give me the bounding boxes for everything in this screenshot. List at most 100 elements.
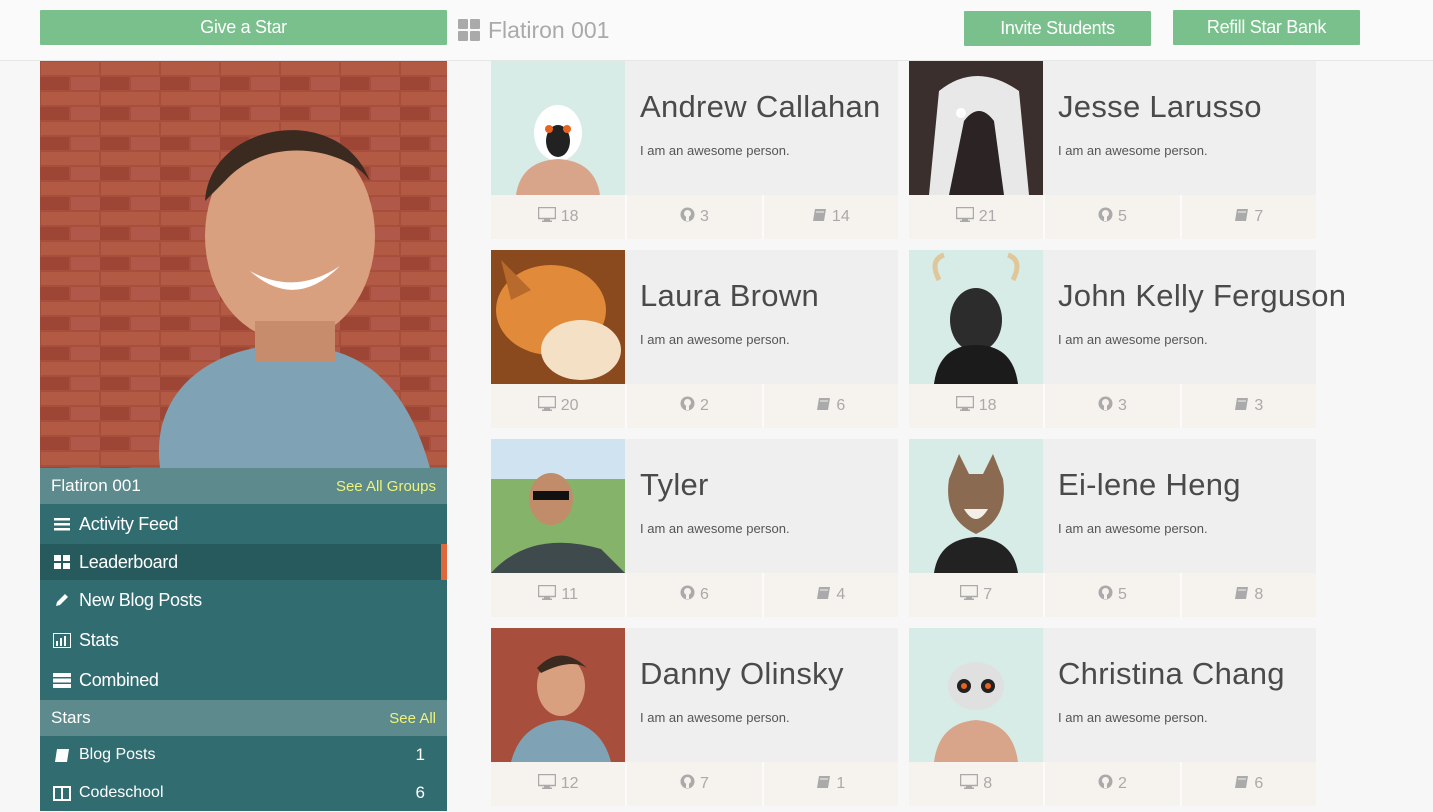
stat-value: 3 [1254, 397, 1264, 414]
group-title-text: Flatiron 001 [488, 16, 610, 43]
stat-github: 5 [1045, 573, 1182, 617]
group-header: Flatiron 001 See All Groups [40, 468, 447, 504]
monitor-icon [537, 773, 557, 794]
stat-value: 3 [1118, 397, 1127, 414]
student-photo[interactable] [909, 628, 1043, 762]
group-title: Flatiron 001 [458, 14, 609, 46]
student-card[interactable]: Christina Chang I am an awesome person. 8 2… [909, 628, 1316, 806]
student-name[interactable]: Andrew Callahan [640, 89, 881, 125]
student-bio: I am an awesome person. [640, 710, 790, 725]
student-name[interactable]: Tyler [640, 467, 709, 503]
stat-value: 12 [560, 775, 579, 792]
stat-books: 1 [764, 762, 898, 806]
stat-value: 2 [700, 397, 709, 414]
student-bio: I am an awesome person. [1058, 332, 1208, 347]
invite-students-button[interactable]: Invite Students [964, 11, 1151, 46]
student-name[interactable]: Jesse Larusso [1058, 89, 1262, 125]
github-icon [1098, 396, 1113, 416]
student-stats: 21 5 7 [909, 195, 1316, 239]
stat-screens: 11 [491, 573, 628, 617]
book-icon [1234, 586, 1249, 605]
student-card[interactable]: John Kelly Ferguson I am an awesome perso… [909, 250, 1346, 428]
stat-screens: 7 [909, 573, 1046, 617]
student-photo[interactable] [491, 439, 625, 573]
student-stats: 8 2 6 [909, 762, 1316, 806]
stat-github: 2 [1045, 762, 1182, 806]
stat-github: 5 [1045, 195, 1182, 239]
stars-header-title: Stars [51, 708, 91, 727]
monitor-icon [955, 206, 975, 227]
github-icon [1098, 774, 1113, 794]
stat-value: 6 [700, 586, 709, 603]
student-info: Ei-lene Heng I am an awesome person. [1043, 439, 1316, 573]
stat-books: 14 [764, 195, 898, 239]
student-photo[interactable] [491, 61, 625, 195]
monitor-icon [955, 395, 975, 416]
student-name[interactable]: Danny Olinsky [640, 656, 844, 692]
student-stats: 20 2 6 [491, 384, 898, 428]
stat-github: 2 [627, 384, 764, 428]
student-card[interactable]: Andrew Callahan I am an awesome person. 18… [491, 61, 898, 239]
stat-value: 7 [983, 586, 993, 603]
stat-value: 1 [836, 775, 846, 792]
stat-value: 6 [1254, 775, 1264, 792]
stat-value: 7 [700, 775, 709, 792]
stat-value: 3 [700, 208, 709, 225]
bar-chart-icon [52, 632, 71, 648]
student-name[interactable]: Laura Brown [640, 278, 819, 314]
sidebar: Flatiron 001 See All Groups Activity Fee… [40, 61, 447, 811]
star-row-blog-posts[interactable]: Blog Posts 1 [40, 736, 447, 774]
star-row-codeschool[interactable]: Codeschool 6 [40, 774, 447, 812]
profile-photo [40, 61, 447, 468]
stat-value: 5 [1118, 586, 1127, 603]
book-icon [1234, 397, 1249, 416]
book-icon [812, 208, 827, 227]
sidebar-item-combined[interactable]: Combined [40, 660, 447, 700]
stat-screens: 18 [909, 384, 1046, 428]
student-stats: 18 3 14 [491, 195, 898, 239]
student-photo[interactable] [491, 250, 625, 384]
sidebar-item-leaderboard[interactable]: Leaderboard [40, 544, 447, 580]
group-header-title: Flatiron 001 [51, 476, 141, 495]
stat-value: 4 [836, 586, 846, 603]
student-stats: 7 5 8 [909, 573, 1316, 617]
book-icon [816, 775, 831, 794]
student-card[interactable]: Laura Brown I am an awesome person. 20 2 6 [491, 250, 898, 428]
star-row-count: 6 [415, 783, 425, 802]
student-name[interactable]: Christina Chang [1058, 656, 1285, 692]
stat-screens: 8 [909, 762, 1046, 806]
star-row-count: 1 [415, 745, 425, 764]
refill-star-bank-button[interactable]: Refill Star Bank [1173, 10, 1360, 45]
stat-books: 6 [1182, 762, 1316, 806]
star-row-label: Codeschool [79, 784, 164, 801]
open-book-icon [52, 785, 71, 801]
student-photo[interactable] [491, 628, 625, 762]
student-name[interactable]: Ei-lene Heng [1058, 467, 1241, 503]
student-card[interactable]: Ei-lene Heng I am an awesome person. 7 5 8 [909, 439, 1316, 617]
monitor-icon [537, 206, 557, 227]
student-info: Tyler I am an awesome person. [625, 439, 898, 573]
student-photo[interactable] [909, 250, 1043, 384]
see-all-groups-link[interactable]: See All Groups [336, 478, 436, 495]
student-stats: 18 3 3 [909, 384, 1316, 428]
sidebar-item-label: Leaderboard [79, 551, 178, 572]
student-name[interactable]: John Kelly Ferguson [1058, 278, 1346, 314]
stat-value: 6 [836, 397, 846, 414]
student-info: John Kelly Ferguson I am an awesome perso… [1043, 250, 1346, 384]
give-star-button[interactable]: Give a Star [40, 10, 447, 45]
student-card[interactable]: Danny Olinsky I am an awesome person. 12 7 1 [491, 628, 898, 806]
sidebar-item-stats[interactable]: Stats [40, 620, 447, 660]
book-icon [816, 397, 831, 416]
stat-github: 6 [627, 573, 764, 617]
stat-screens: 20 [491, 384, 628, 428]
student-photo[interactable] [909, 439, 1043, 573]
student-card[interactable]: Jesse Larusso I am an awesome person. 21 5 7 [909, 61, 1316, 239]
github-icon [680, 207, 695, 227]
see-all-stars-link[interactable]: See All [389, 710, 436, 727]
student-photo[interactable] [909, 61, 1043, 195]
student-card[interactable]: Tyler I am an awesome person. 11 6 4 [491, 439, 898, 617]
sidebar-item-new-blog-posts[interactable]: New Blog Posts [40, 580, 447, 620]
stat-value: 7 [1254, 208, 1264, 225]
stars-header: Stars See All [40, 700, 447, 736]
sidebar-item-activity-feed[interactable]: Activity Feed [40, 504, 447, 544]
